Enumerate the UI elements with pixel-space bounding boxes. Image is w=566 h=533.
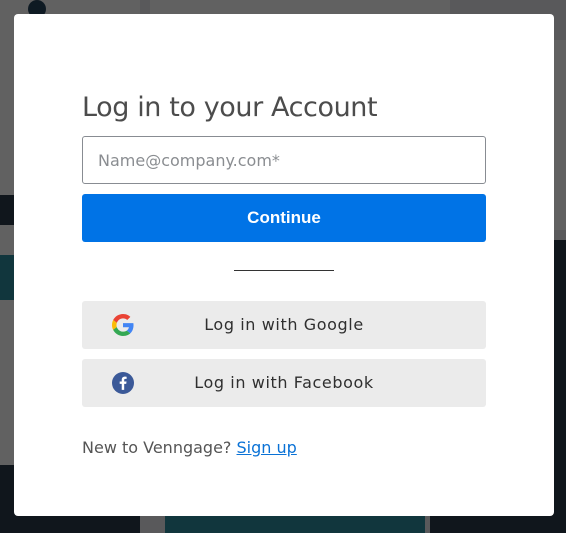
facebook-login-label: Log in with Facebook: [194, 373, 374, 392]
google-login-button[interactable]: Log in with Google: [82, 301, 486, 349]
login-modal: Log in to your Account Continue Log in w…: [14, 14, 554, 516]
signup-link[interactable]: Sign up: [237, 438, 297, 457]
google-login-label: Log in with Google: [204, 315, 364, 334]
divider: [234, 270, 334, 271]
signup-row: New to Venngage? Sign up: [82, 438, 297, 457]
email-field[interactable]: [82, 136, 486, 184]
modal-title: Log in to your Account: [82, 92, 378, 123]
continue-button[interactable]: Continue: [82, 194, 486, 242]
facebook-login-button[interactable]: Log in with Facebook: [82, 359, 486, 407]
signup-prompt: New to Venngage?: [82, 438, 232, 457]
